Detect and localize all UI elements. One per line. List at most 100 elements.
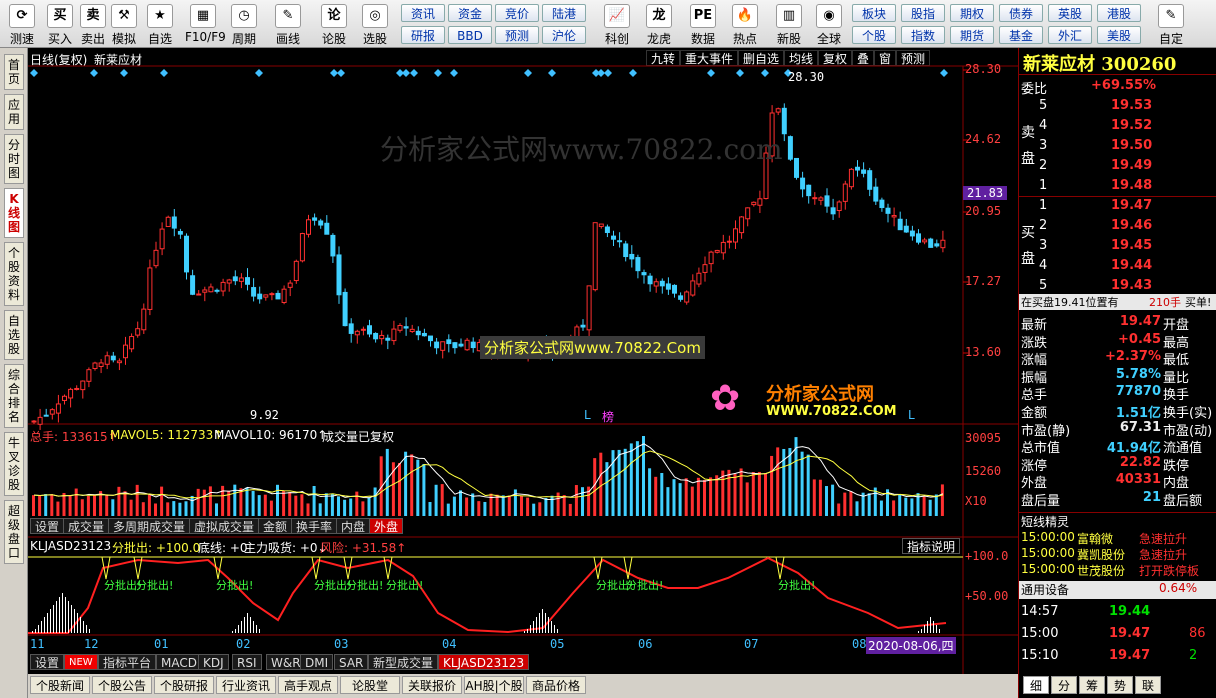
news-tab[interactable]: 高手观点 (278, 676, 338, 694)
candle-body[interactable] (342, 291, 348, 327)
event-marker[interactable] (707, 69, 715, 77)
candle-body[interactable] (434, 341, 440, 349)
candle-body[interactable] (214, 289, 220, 292)
candle-body[interactable] (49, 409, 55, 415)
candle-body[interactable] (293, 260, 299, 282)
simulate-button[interactable]: ⚒ 模拟 (106, 2, 142, 46)
quick-button[interactable]: 研报 (401, 26, 445, 44)
event-marker[interactable] (524, 69, 532, 77)
candle-body[interactable] (86, 369, 92, 382)
candle-body[interactable] (452, 342, 458, 349)
market-button[interactable]: 指数 (901, 26, 945, 44)
indicator-tab[interactable]: MACD (156, 654, 202, 670)
candle-body[interactable] (306, 219, 311, 235)
event-marker[interactable] (402, 69, 410, 77)
candle-body[interactable] (354, 330, 360, 336)
candle-body[interactable] (702, 264, 708, 273)
sell-level-row[interactable]: 1 19.48 (1019, 178, 1216, 196)
chart-marker[interactable]: L (584, 408, 591, 422)
candle-body[interactable] (232, 276, 238, 282)
candle-body[interactable] (916, 233, 921, 243)
candle-body[interactable] (415, 330, 421, 336)
candle-body[interactable] (873, 186, 879, 202)
panel-bottom-tab[interactable]: 筹 (1079, 676, 1105, 694)
candle-body[interactable] (177, 231, 183, 235)
refresh-button[interactable]: ⟳ 测速 (4, 2, 40, 46)
global-button[interactable]: ◉ 全球 (810, 2, 848, 46)
candle-body[interactable] (891, 215, 897, 218)
candle-body[interactable] (751, 201, 757, 206)
indicator-tab[interactable]: DMI (300, 654, 334, 670)
candle-body[interactable] (403, 326, 409, 329)
discuss-button[interactable]: 论论股 (316, 2, 352, 46)
candle-body[interactable] (775, 108, 781, 113)
draw-button[interactable]: ✎ 画线 (270, 2, 306, 46)
candle-body[interactable] (31, 420, 37, 423)
candle-body[interactable] (440, 341, 446, 351)
candle-body[interactable] (446, 339, 452, 345)
candle-body[interactable] (135, 328, 141, 336)
event-marker[interactable] (597, 69, 605, 77)
candle-body[interactable] (336, 254, 342, 296)
event-marker[interactable] (604, 69, 612, 77)
left-tab[interactable]: 超级盘口 (4, 500, 24, 564)
candle-body[interactable] (458, 343, 464, 347)
event-marker[interactable] (30, 69, 38, 77)
market-button[interactable]: 个股 (852, 26, 896, 44)
candle-body[interactable] (714, 249, 720, 253)
sell-level-row[interactable]: 3 19.50 (1019, 138, 1216, 156)
event-marker[interactable] (548, 69, 556, 77)
candle-body[interactable] (385, 337, 391, 341)
candle-body[interactable] (897, 218, 903, 231)
volume-tab[interactable]: 换手率 (291, 518, 338, 534)
candle-body[interactable] (141, 308, 147, 331)
candle-body[interactable] (922, 239, 928, 243)
candle-body[interactable] (80, 380, 86, 391)
candle-body[interactable] (165, 216, 171, 228)
candle-body[interactable] (586, 285, 592, 331)
dragon-button[interactable]: 龙龙虎 (640, 2, 678, 46)
candle-body[interactable] (647, 275, 653, 285)
candle-body[interactable] (909, 230, 915, 237)
indicator-tab[interactable]: KDJ (198, 654, 229, 670)
candle-body[interactable] (263, 294, 269, 298)
candle-body[interactable] (196, 293, 202, 296)
candle-body[interactable] (635, 257, 641, 272)
market-button[interactable]: 基金 (999, 26, 1043, 44)
candle-body[interactable] (696, 272, 702, 285)
candle-body[interactable] (818, 197, 824, 201)
candle-body[interactable] (580, 324, 586, 328)
volume-tab[interactable]: 设置 (30, 518, 65, 534)
candle-body[interactable] (202, 289, 208, 293)
candle-body[interactable] (129, 336, 135, 350)
candle-body[interactable] (617, 240, 623, 243)
quick-button[interactable]: 竞价 (495, 4, 539, 22)
candle-body[interactable] (812, 197, 818, 200)
candle-body[interactable] (281, 288, 287, 303)
news-tab[interactable]: AH股|个股 (464, 676, 524, 694)
f10-button[interactable]: ▦ F10/F9 (185, 2, 226, 46)
indicator-tab[interactable]: 新型成交量 (368, 654, 439, 670)
news-tab[interactable]: 个股新闻 (30, 676, 90, 694)
candle-body[interactable] (672, 284, 677, 294)
candle-body[interactable] (226, 279, 232, 284)
candle-body[interactable] (275, 292, 281, 300)
market-button[interactable]: 外汇 (1048, 26, 1092, 44)
candle-body[interactable] (257, 293, 263, 300)
candle-body[interactable] (238, 277, 244, 282)
sector-row[interactable]: 通用设备 0.64% (1019, 581, 1216, 599)
left-tab[interactable]: 首页 (4, 54, 24, 90)
candle-body[interactable] (720, 241, 726, 254)
event-marker[interactable] (255, 69, 263, 77)
news-tab[interactable]: 个股公告 (92, 676, 152, 694)
pick-button[interactable]: ◎ 选股 (357, 2, 393, 46)
candle-body[interactable] (92, 362, 98, 370)
candle-body[interactable] (208, 286, 214, 293)
candle-body[interactable] (842, 183, 848, 202)
candle-body[interactable] (190, 275, 196, 295)
newstock-button[interactable]: ▥ 新股 (770, 2, 808, 46)
event-marker[interactable] (450, 69, 458, 77)
candle-body[interactable] (55, 403, 61, 414)
candle-body[interactable] (745, 207, 751, 220)
news-tab[interactable]: 行业资讯 (216, 676, 276, 694)
